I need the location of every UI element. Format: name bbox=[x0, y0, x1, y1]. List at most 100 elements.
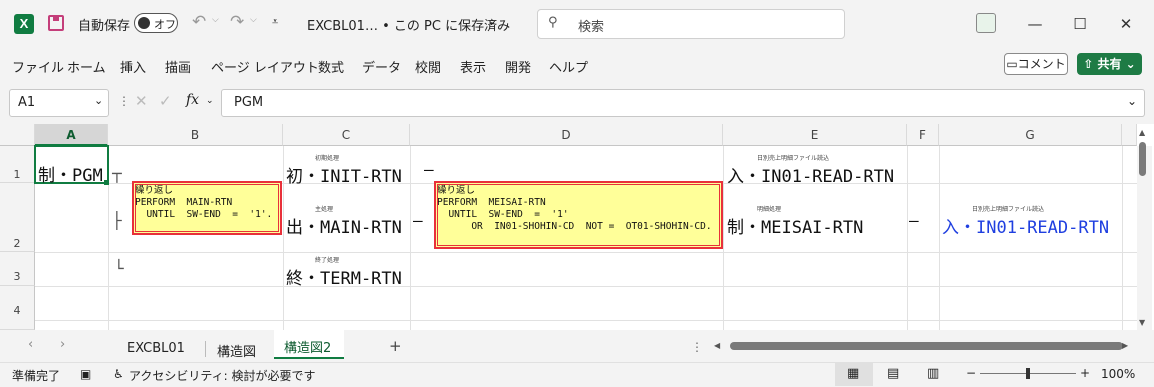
cell-e2[interactable]: 制・MEISAI-RTN bbox=[727, 213, 863, 238]
fill-handle[interactable] bbox=[104, 180, 109, 185]
zoom-in-icon[interactable]: + bbox=[1080, 366, 1090, 380]
row-header-1[interactable]: 1 bbox=[0, 146, 35, 183]
customize-toolbar-icon[interactable]: ⩡ bbox=[272, 15, 278, 29]
menu-view[interactable]: 表示 bbox=[460, 57, 486, 76]
autosave-toggle[interactable]: オフ bbox=[134, 13, 178, 33]
search-box[interactable]: ⚲ 検索 bbox=[537, 9, 845, 39]
cancel-entry-icon: ✕ bbox=[135, 92, 148, 110]
search-placeholder: 検索 bbox=[578, 20, 605, 35]
col-header-e[interactable]: E bbox=[723, 124, 907, 146]
col-header-f[interactable]: F bbox=[907, 124, 939, 146]
cell-g2[interactable]: 入・IN01-READ-RTN bbox=[942, 213, 1109, 238]
autosave-state: オフ bbox=[154, 18, 176, 31]
undo-dropdown-icon[interactable]: ⌵ bbox=[212, 15, 219, 25]
row-header-3[interactable]: 3 bbox=[0, 252, 35, 286]
col-header-g[interactable]: G bbox=[939, 124, 1122, 146]
menu-review[interactable]: 校閲 bbox=[415, 57, 441, 76]
scroll-right-icon[interactable]: ▶ bbox=[1122, 341, 1128, 350]
menu-data[interactable]: データ bbox=[362, 57, 401, 76]
share-button[interactable]: ⇧ 共有 ⌄ bbox=[1077, 53, 1142, 75]
note-box-d[interactable]: 繰り返し PERFORM MEISAI-RTN UNTIL SW-END = '… bbox=[434, 181, 723, 249]
gridline bbox=[410, 146, 411, 330]
excel-logo-icon: X bbox=[14, 14, 34, 34]
cell-c2[interactable]: 出・MAIN-RTN bbox=[286, 213, 402, 238]
fx-chevron-icon[interactable]: ⌄ bbox=[206, 96, 214, 106]
vertical-scroll-thumb[interactable] bbox=[1139, 142, 1146, 176]
connector-b3: └ bbox=[114, 259, 124, 278]
scroll-left-icon[interactable]: ◀ bbox=[714, 341, 720, 350]
sheet-tab-kozozu[interactable]: 構造図 bbox=[217, 341, 256, 360]
present-icon[interactable] bbox=[976, 13, 996, 33]
menu-formulas[interactable]: 数式 bbox=[318, 57, 344, 76]
add-sheet-icon[interactable]: + bbox=[389, 337, 402, 355]
name-box-chevron-icon[interactable]: ⌄ bbox=[94, 94, 103, 107]
menu-file[interactable]: ファイル bbox=[12, 57, 64, 76]
scroll-down-icon[interactable]: ▼ bbox=[1139, 318, 1145, 327]
dash-d1: — bbox=[424, 160, 434, 179]
zoom-level[interactable]: 100% bbox=[1101, 367, 1135, 381]
redo-icon[interactable]: ↷ bbox=[230, 12, 244, 32]
worksheet-grid[interactable]: A B C D E F G 1 2 3 4 制・PGM ┬ 初期処理 初・INI… bbox=[0, 124, 1154, 330]
row-header-2[interactable]: 2 bbox=[0, 183, 35, 252]
normal-view-icon[interactable]: ▦ bbox=[847, 366, 859, 381]
comment-label: コメント bbox=[1017, 57, 1066, 71]
cell-c1[interactable]: 初・INIT-RTN bbox=[286, 162, 402, 187]
status-accessibility[interactable]: アクセシビリティ: 検討が必要です bbox=[129, 367, 316, 384]
formula-input[interactable]: PGM bbox=[221, 89, 1145, 117]
sheet-tab-excbl01[interactable]: EXCBL01 bbox=[127, 341, 185, 356]
share-chevron-icon: ⌄ bbox=[1121, 57, 1136, 71]
row-header-4[interactable]: 4 bbox=[0, 286, 35, 330]
cell-g2-caption: 日別売上明細ファイル読込 bbox=[972, 206, 1045, 213]
close-icon[interactable]: ✕ bbox=[1114, 12, 1138, 36]
horizontal-scroll-thumb[interactable] bbox=[730, 342, 1123, 350]
cell-a1[interactable]: 制・PGM bbox=[38, 161, 103, 186]
dash-d2: — bbox=[413, 211, 423, 230]
tab-divider bbox=[205, 341, 206, 357]
more-options-icon[interactable]: ⋮ bbox=[118, 94, 130, 108]
accessibility-icon[interactable]: ♿ bbox=[113, 367, 124, 381]
menu-developer[interactable]: 開発 bbox=[505, 57, 531, 76]
next-sheet-icon[interactable]: › bbox=[60, 337, 65, 352]
insert-function-icon[interactable]: fx bbox=[186, 92, 199, 108]
col-header-b[interactable]: B bbox=[108, 124, 283, 146]
prev-sheet-icon[interactable]: ‹ bbox=[28, 337, 33, 352]
comment-icon: ▭ bbox=[1006, 57, 1018, 71]
col-header-h[interactable] bbox=[1122, 124, 1137, 146]
cell-c3[interactable]: 終・TERM-RTN bbox=[286, 264, 402, 289]
menu-insert[interactable]: 挿入 bbox=[120, 57, 146, 76]
note-box-b[interactable]: 繰り返し PERFORM MAIN-RTN UNTIL SW-END = '1'… bbox=[132, 181, 282, 235]
autosave-label: 自動保存 bbox=[78, 19, 131, 34]
menu-page-layout[interactable]: ページ レイアウト bbox=[211, 57, 319, 76]
page-layout-view-icon[interactable]: ▤ bbox=[887, 366, 899, 381]
cell-e1[interactable]: 入・IN01-READ-RTN bbox=[727, 162, 894, 187]
menu-home[interactable]: ホーム bbox=[67, 57, 106, 76]
select-all-corner[interactable] bbox=[0, 124, 35, 146]
save-icon[interactable] bbox=[48, 15, 64, 31]
minimize-icon[interactable]: — bbox=[1023, 12, 1047, 36]
gridline bbox=[35, 286, 1139, 287]
comment-button[interactable]: ▭コメント bbox=[1004, 53, 1068, 75]
menu-draw[interactable]: 描画 bbox=[165, 57, 191, 76]
scroll-up-icon[interactable]: ▲ bbox=[1139, 128, 1145, 137]
menu-help[interactable]: ヘルプ bbox=[549, 57, 588, 76]
dash-f2: — bbox=[909, 211, 919, 230]
expand-formula-chevron-icon[interactable]: ⌄ bbox=[1127, 94, 1137, 108]
maximize-icon[interactable]: ☐ bbox=[1068, 12, 1092, 36]
zoom-out-icon[interactable]: − bbox=[966, 366, 976, 380]
toggle-knob-icon bbox=[138, 17, 150, 29]
redo-dropdown-icon[interactable]: ⌵ bbox=[250, 15, 257, 25]
gridline bbox=[907, 146, 908, 330]
gridline bbox=[939, 146, 940, 330]
col-header-c[interactable]: C bbox=[283, 124, 410, 146]
page-break-view-icon[interactable]: ▥ bbox=[927, 366, 939, 381]
zoom-slider-thumb[interactable] bbox=[1026, 368, 1030, 379]
col-header-d[interactable]: D bbox=[410, 124, 723, 146]
title-chevron-down-icon[interactable]: ⌄ bbox=[487, 15, 496, 28]
sheet-tab-kozozu2[interactable]: 構造図2 bbox=[284, 337, 331, 356]
cell-e1-caption: 日別売上明細ファイル読込 bbox=[757, 155, 830, 162]
undo-icon[interactable]: ↶ bbox=[192, 12, 206, 32]
document-title[interactable]: EXCBL01… • この PC に保存済み bbox=[307, 15, 510, 34]
col-header-a[interactable]: A bbox=[35, 124, 108, 146]
sheet-options-icon[interactable]: ⋮ bbox=[691, 340, 703, 354]
macro-record-icon[interactable]: ▣ bbox=[80, 367, 91, 381]
